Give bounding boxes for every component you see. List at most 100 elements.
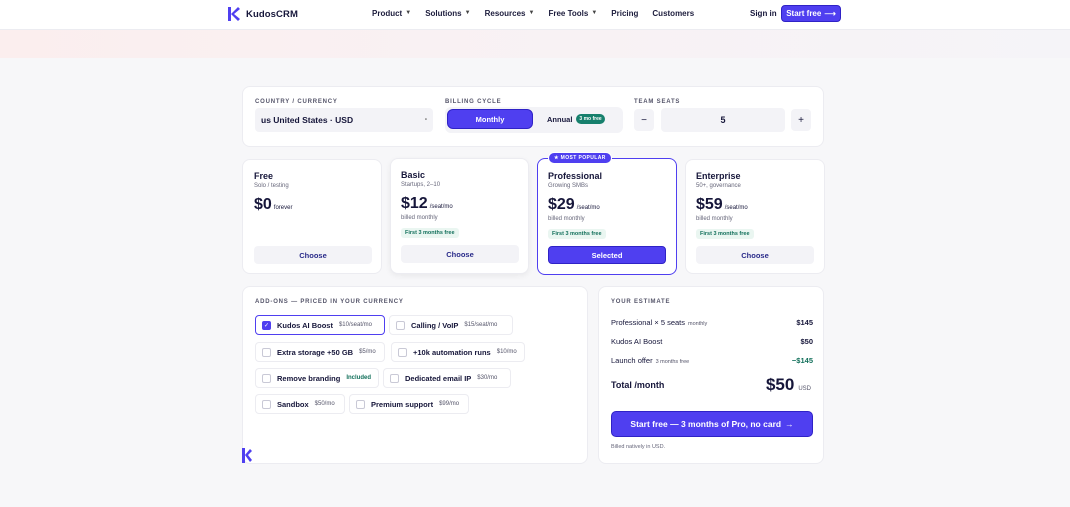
addon-automation-runs[interactable]: +10k automation runs $10/mo — [391, 342, 525, 362]
checkbox[interactable] — [396, 320, 405, 330]
nav-pricing-label: Pricing — [611, 9, 639, 18]
checkbox[interactable] — [262, 373, 271, 383]
country-value: us United States · USD — [261, 115, 354, 125]
nav-product[interactable]: Product ▼ — [372, 9, 411, 18]
checkbox[interactable] — [398, 347, 407, 357]
plan-price-amount: $0 — [254, 196, 272, 213]
seats-input[interactable]: 5 — [661, 108, 785, 132]
addon-price: $30/mo — [477, 375, 498, 381]
plan-subtitle: Growing SMBs — [548, 183, 589, 189]
estimate-row-label: Kudos AI Boost — [611, 337, 663, 346]
country-select[interactable]: us United States · USD • — [255, 108, 433, 132]
plan-price: $0 forever — [254, 196, 292, 214]
plan-promo-badge: First 3 months free — [401, 228, 459, 238]
addons-panel: ADD-ONS — PRICED IN YOUR CURRENCY ✓ Kudo… — [242, 286, 588, 464]
addon-remove-branding[interactable]: Remove branding Included — [255, 368, 379, 388]
kudos-logo-icon — [228, 7, 240, 21]
hero-strip — [0, 30, 1070, 58]
annual-badge: 3 mo free — [576, 114, 605, 124]
checkbox[interactable] — [390, 373, 399, 383]
estimate-row-note: 3 months free — [655, 359, 690, 365]
cta-label: Start free — 3 months of Pro, no card — [630, 419, 782, 429]
config-panel: COUNTRY / CURRENCY us United States · US… — [242, 86, 824, 147]
addon-price: $5/mo — [359, 349, 376, 355]
plan-price-amount: $12 — [401, 195, 428, 212]
plan-billed: billed monthly — [696, 216, 733, 222]
plan-card-enterprise: Enterprise 50+, governance $59 /seat/mo … — [685, 159, 825, 274]
sign-in-link[interactable]: Sign in — [750, 9, 777, 18]
start-free-cta-button[interactable]: Start free — 3 months of Pro, no card → — [611, 411, 813, 437]
addon-name: +10k automation runs — [413, 347, 491, 357]
plan-price: $12 /seat/mo — [401, 195, 453, 213]
addon-extra-storage[interactable]: Extra storage +50 GB $5/mo — [255, 342, 385, 362]
nav-resources-label: Resources — [484, 9, 526, 18]
chevron-down-icon: • — [424, 117, 427, 123]
billing-annual-label: Annual — [547, 114, 573, 124]
plan-promo-badge: First 3 months free — [696, 229, 754, 239]
plan-name: Free — [254, 171, 274, 181]
addons-title: ADD-ONS — PRICED IN YOUR CURRENCY — [255, 299, 404, 305]
addon-price: $10/mo — [496, 349, 517, 355]
addon-premium-support[interactable]: Premium support $99/mo — [349, 394, 469, 414]
chevron-down-icon: ▼ — [464, 9, 471, 16]
total-amount: $50 — [765, 375, 795, 394]
nav-product-label: Product — [372, 9, 403, 18]
arrow-right-icon: → — [785, 419, 794, 429]
plan-choose-button[interactable]: Choose — [254, 246, 372, 264]
plan-card-free: Free Solo / testing $0 forever Choose — [242, 159, 382, 274]
estimate-row-addon: Kudos AI Boost $50 — [611, 337, 813, 346]
plan-choose-button[interactable]: Choose — [696, 246, 814, 264]
plan-billed: billed monthly — [401, 215, 438, 221]
chevron-down-icon: ▼ — [528, 9, 535, 16]
chevron-down-icon: ▼ — [405, 9, 412, 16]
addon-name: Remove branding — [277, 373, 341, 383]
plan-name: Basic — [401, 170, 426, 180]
estimate-row-plan: Professional × 5 seats monthly $145 — [611, 318, 813, 327]
plan-billed: billed monthly — [548, 216, 585, 222]
checkbox[interactable] — [262, 347, 271, 357]
most-popular-badge: ★ MOST POPULAR — [548, 152, 612, 164]
plan-card-professional: ★ MOST POPULAR Professional Growing SMBs… — [537, 152, 677, 275]
addon-calling-voip[interactable]: Calling / VoIP $15/seat/mo — [389, 315, 513, 335]
estimate-row-value: −$145 — [791, 356, 813, 365]
start-free-button[interactable]: Start free ⟶ — [781, 5, 841, 22]
addon-name: Calling / VoIP — [411, 320, 459, 330]
estimate-row-value: $50 — [800, 337, 813, 346]
checkbox[interactable] — [356, 399, 365, 409]
nav-customers[interactable]: Customers — [652, 9, 694, 18]
plan-price-unit: forever — [273, 205, 293, 211]
nav-free-tools-label: Free Tools — [548, 9, 589, 18]
seats-plus-button[interactable]: + — [791, 109, 811, 131]
top-nav: KudosCRM Product ▼ Solutions ▼ Resources ▼ … — [0, 0, 1070, 30]
addon-name: Kudos AI Boost — [277, 320, 333, 330]
country-label: COUNTRY / CURRENCY — [255, 99, 338, 105]
estimate-row-label: Professional × 5 seats — [611, 318, 686, 327]
plan-price-amount: $29 — [548, 196, 575, 213]
checkbox-checked[interactable]: ✓ — [262, 320, 271, 330]
addon-sandbox[interactable]: Sandbox $50/mo — [255, 394, 345, 414]
plan-price: $59 /seat/mo — [696, 196, 748, 214]
addon-dedicated-email-ip[interactable]: Dedicated email IP $30/mo — [383, 368, 511, 388]
billing-annual-option[interactable]: Annual 3 mo free — [547, 114, 605, 124]
addon-kudos-ai-boost[interactable]: ✓ Kudos AI Boost $10/seat/mo — [255, 315, 385, 335]
estimate-row-note: monthly — [688, 321, 708, 327]
addon-price: $15/seat/mo — [464, 322, 498, 328]
checkbox[interactable] — [262, 399, 271, 409]
billing-monthly-option[interactable]: Monthly — [447, 109, 533, 129]
nav-pricing[interactable]: Pricing — [611, 9, 638, 18]
brand[interactable]: KudosCRM — [228, 7, 298, 21]
start-free-label: Start free — [786, 9, 822, 18]
total-label: Total /month — [611, 380, 665, 390]
brand-name: KudosCRM — [246, 8, 298, 20]
estimate-row-value: $145 — [796, 318, 813, 327]
estimate-title: YOUR ESTIMATE — [611, 299, 671, 305]
plan-subtitle: Solo / testing — [254, 183, 289, 189]
seats-label: TEAM SEATS — [634, 99, 681, 105]
plan-choose-button[interactable]: Choose — [401, 245, 519, 263]
nav-resources[interactable]: Resources ▼ — [485, 9, 535, 18]
seats-minus-button[interactable]: − — [634, 109, 654, 131]
nav-free-tools[interactable]: Free Tools ▼ — [548, 9, 597, 18]
plan-price-unit: /seat/mo — [429, 204, 453, 210]
plan-selected-button[interactable]: Selected — [548, 246, 666, 264]
nav-solutions[interactable]: Solutions ▼ — [425, 9, 470, 18]
